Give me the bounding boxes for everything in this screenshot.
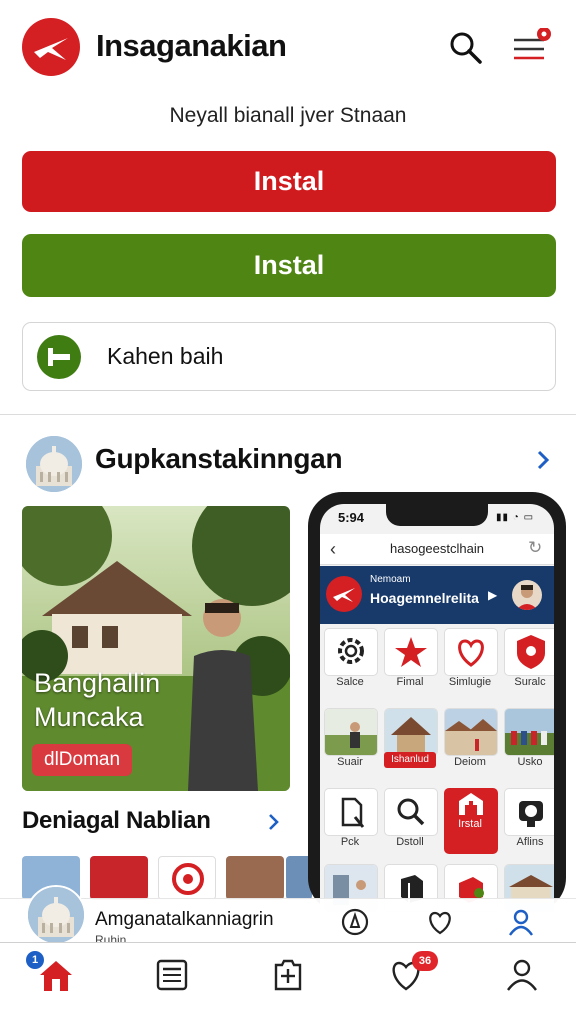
- phone-app-grid: Salce Fimal Simlugie Suralc Suair Ishanl…: [324, 628, 554, 912]
- search-icon[interactable]: [448, 30, 484, 66]
- photo-thumbnail: [324, 708, 378, 756]
- heart-icon[interactable]: [425, 907, 455, 937]
- grid-tile[interactable]: Irstal: [444, 788, 498, 854]
- section-divider: [0, 414, 576, 415]
- featured-badge[interactable]: dlDoman: [32, 744, 133, 776]
- tile-label: Pck: [340, 836, 360, 848]
- tile-label: Salce: [336, 676, 364, 688]
- grid-tile[interactable]: Deiom: [444, 708, 498, 774]
- photo-thumbnail: [384, 708, 438, 756]
- document-icon: [324, 788, 378, 836]
- gear-icon: [324, 628, 378, 676]
- featured-title-line1: Banghallin: [34, 668, 161, 698]
- reload-icon[interactable]: ↻: [528, 538, 542, 558]
- compass-icon[interactable]: [340, 907, 370, 937]
- tile-label: Irstal: [458, 818, 482, 830]
- grid-tile[interactable]: Pck: [324, 788, 378, 854]
- install-button-primary[interactable]: Instal: [22, 151, 556, 212]
- phone-banner-label: Nemoam: [370, 574, 411, 585]
- profile-icon[interactable]: [502, 955, 542, 995]
- chevron-right-icon[interactable]: [266, 812, 282, 832]
- tile-label: Dstoll: [396, 836, 424, 848]
- magnifier-icon: [384, 788, 438, 836]
- featured-title: Banghallin Muncaka: [34, 666, 160, 734]
- phone-banner[interactable]: Nemoam Hoagemnelrelita ▶: [320, 566, 554, 624]
- grid-tile[interactable]: Aflins: [504, 788, 554, 854]
- tile-label: Simlugie: [448, 676, 492, 688]
- play-icon[interactable]: ▶: [488, 588, 497, 602]
- mini-player-bar[interactable]: Amganatalkanniagrin Ruhin: [0, 885, 576, 945]
- tile-label: Ishanlud: [384, 752, 436, 768]
- action-card[interactable]: Kahen baih: [22, 322, 556, 391]
- grid-tile[interactable]: Suralc: [504, 628, 554, 694]
- featured-card[interactable]: Banghallin Muncaka dlDoman: [22, 506, 290, 791]
- camera-icon: [504, 788, 554, 836]
- section-avatar[interactable]: [26, 436, 82, 492]
- thumbnail[interactable]: [158, 856, 216, 900]
- bottom-navigation: 1 36: [0, 942, 576, 1025]
- tile-label: Suralc: [514, 676, 546, 688]
- mini-player-title: Amganatalkanniagrin: [95, 909, 274, 930]
- star-icon: [384, 628, 438, 676]
- app-title: Insaganakian: [96, 28, 287, 63]
- shield-icon: [504, 628, 554, 676]
- phone-status-icons: ▮▮ ◔ ▭: [496, 512, 535, 523]
- grid-tile[interactable]: Dstoll: [384, 788, 438, 854]
- chevron-right-icon[interactable]: [532, 448, 554, 472]
- tile-label: Usko: [517, 756, 543, 768]
- photo-thumbnail: [504, 708, 554, 756]
- grid-tile[interactable]: Simlugie: [444, 628, 498, 694]
- phone-mockup: 5:94 ▮▮ ◔ ▭ ‹ hasogeestclhain ↻ Nemoam H…: [308, 492, 566, 912]
- grid-tile[interactable]: Suair: [324, 708, 378, 774]
- grid-tile[interactable]: Salce: [324, 628, 378, 694]
- action-card-label: Kahen baih: [107, 343, 224, 369]
- thumbnail[interactable]: [90, 856, 148, 900]
- grid-tile[interactable]: Ishanlud: [384, 708, 438, 774]
- tile-label: Aflins: [516, 836, 544, 848]
- phone-url-bar[interactable]: ‹ hasogeestclhain ↻: [320, 534, 554, 565]
- section-title: Gupkanstakinngan: [95, 443, 343, 474]
- subtitle-text: Neyall bianall jver Stnaan: [169, 104, 407, 127]
- likes-badge: 36: [412, 951, 438, 971]
- phone-url-text: hasogeestclhain: [390, 541, 484, 556]
- phone-app-logo: [326, 576, 362, 612]
- tile-label: Suair: [337, 756, 363, 768]
- subsection-title: Deniagal Nablian: [22, 807, 211, 834]
- thumbnail[interactable]: [226, 856, 284, 900]
- app-header: Insaganakian: [0, 0, 576, 96]
- phone-screen: 5:94 ▮▮ ◔ ▭ ‹ hasogeestclhain ↻ Nemoam H…: [320, 504, 554, 912]
- phone-banner-title: Hoagemnelrelita: [370, 590, 479, 606]
- mini-player-subtitle: Ruhin: [95, 933, 127, 942]
- featured-title-line2: Muncaka: [34, 702, 144, 732]
- tile-label: Deiom: [454, 756, 486, 768]
- user-icon[interactable]: [506, 907, 536, 937]
- grid-tile[interactable]: Usko: [504, 708, 554, 774]
- heart-icon: [444, 628, 498, 676]
- menu-icon[interactable]: [508, 28, 552, 68]
- photo-thumbnail: [444, 708, 498, 756]
- grid-tile[interactable]: Fimal: [384, 628, 438, 694]
- mini-player-avatar[interactable]: [26, 885, 86, 945]
- toggle-icon: [37, 335, 81, 379]
- news-icon[interactable]: [152, 955, 192, 995]
- tile-label: Fimal: [396, 676, 424, 688]
- install-button-secondary[interactable]: Instal: [22, 234, 556, 297]
- phone-time: 5:94: [338, 510, 365, 525]
- home-notification-dot: 1: [26, 951, 44, 969]
- add-icon[interactable]: [268, 955, 308, 995]
- app-logo[interactable]: [22, 18, 80, 76]
- phone-notch: [386, 504, 488, 526]
- avatar[interactable]: [512, 580, 542, 610]
